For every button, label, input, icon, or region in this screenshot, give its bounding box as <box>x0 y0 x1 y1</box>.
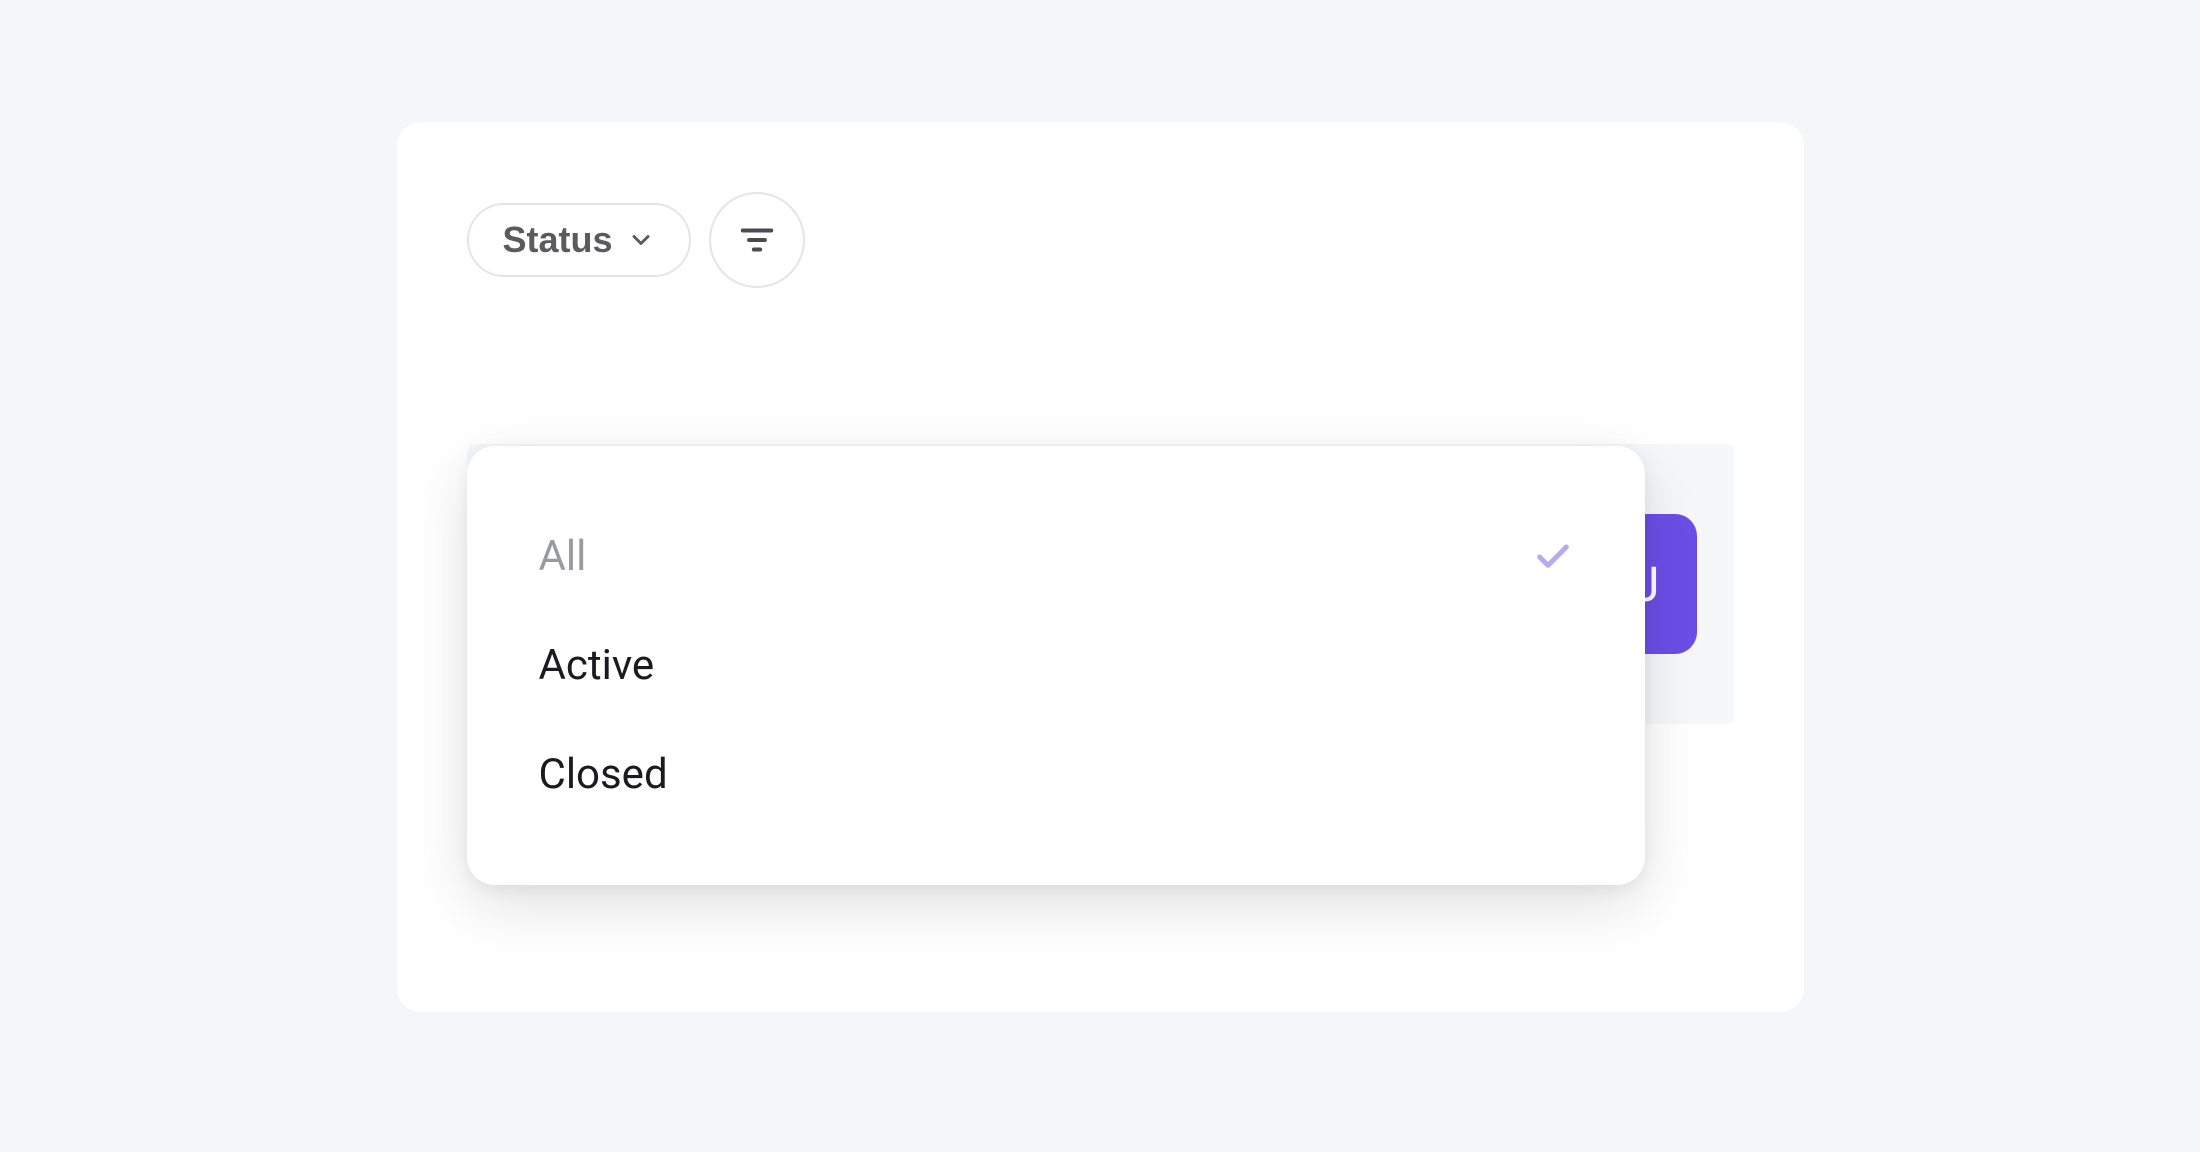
dropdown-option-label: Active <box>539 641 655 690</box>
filter-card: Status J All <box>397 122 1804 1012</box>
dropdown-option-closed[interactable]: Closed <box>467 720 1645 829</box>
dropdown-option-label: Closed <box>539 750 668 799</box>
filter-row: Status <box>467 192 1734 288</box>
dropdown-option-all[interactable]: All <box>467 502 1645 611</box>
status-dropdown-button[interactable]: Status <box>467 203 691 277</box>
dropdown-option-label: All <box>539 532 587 581</box>
status-dropdown-menu: All Active Closed <box>467 446 1645 885</box>
dropdown-option-active[interactable]: Active <box>467 611 1645 720</box>
check-icon <box>1533 537 1573 577</box>
status-label: Status <box>503 219 613 261</box>
chevron-down-icon <box>627 226 655 254</box>
filter-button[interactable] <box>709 192 805 288</box>
filter-icon <box>738 221 776 259</box>
